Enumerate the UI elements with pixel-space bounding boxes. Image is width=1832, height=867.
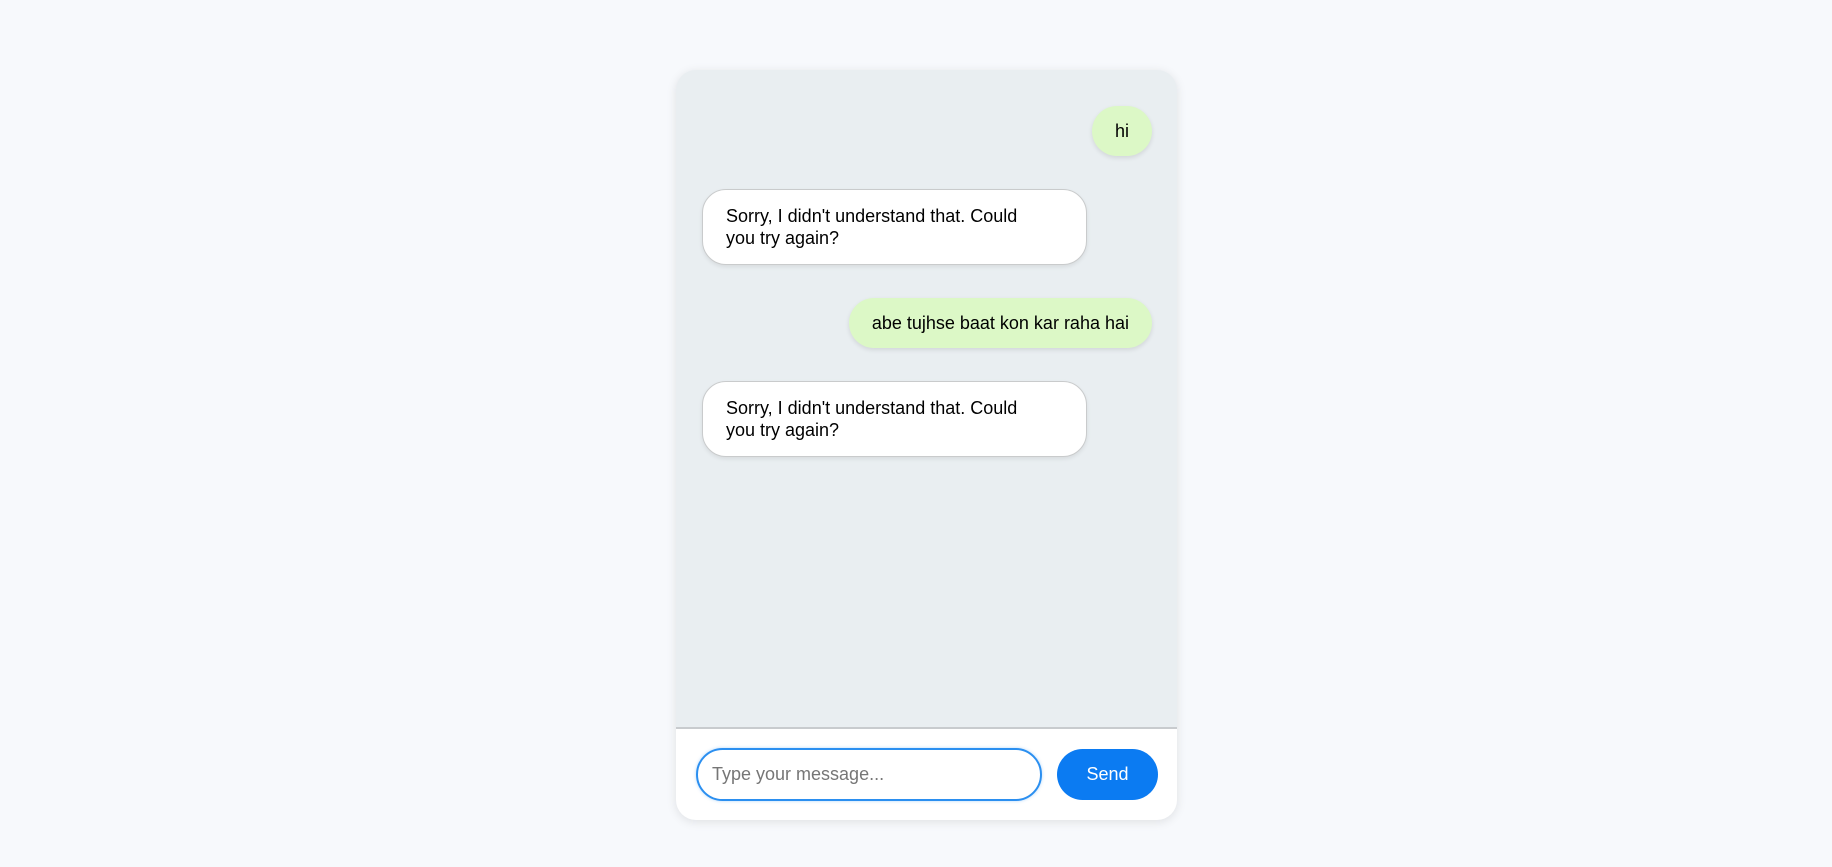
message-row-user: abe tujhse baat kon kar raha hai xyxy=(702,298,1152,348)
message-row-bot: Sorry, I didn't understand that. Could y… xyxy=(702,381,1152,457)
bot-message-bubble: Sorry, I didn't understand that. Could y… xyxy=(702,189,1087,265)
message-row-user: hi xyxy=(702,106,1152,156)
message-text: abe tujhse baat kon kar raha hai xyxy=(871,313,1129,333)
bot-message-bubble: Sorry, I didn't understand that. Could y… xyxy=(702,381,1087,457)
message-text: Sorry, I didn't understand that. Could y… xyxy=(726,398,1018,440)
message-text: hi xyxy=(1114,121,1129,141)
send-button[interactable]: Send xyxy=(1057,749,1158,800)
chat-window: hi Sorry, I didn't understand that. Coul… xyxy=(676,70,1177,820)
message-row-bot: Sorry, I didn't understand that. Could y… xyxy=(702,189,1152,265)
user-message-bubble: hi xyxy=(1091,106,1152,156)
message-text: Sorry, I didn't understand that. Could y… xyxy=(726,206,1018,248)
message-list[interactable]: hi Sorry, I didn't understand that. Coul… xyxy=(676,70,1177,727)
message-composer: Send xyxy=(676,727,1177,820)
user-message-bubble: abe tujhse baat kon kar raha hai xyxy=(848,298,1152,348)
message-input[interactable] xyxy=(696,748,1042,801)
